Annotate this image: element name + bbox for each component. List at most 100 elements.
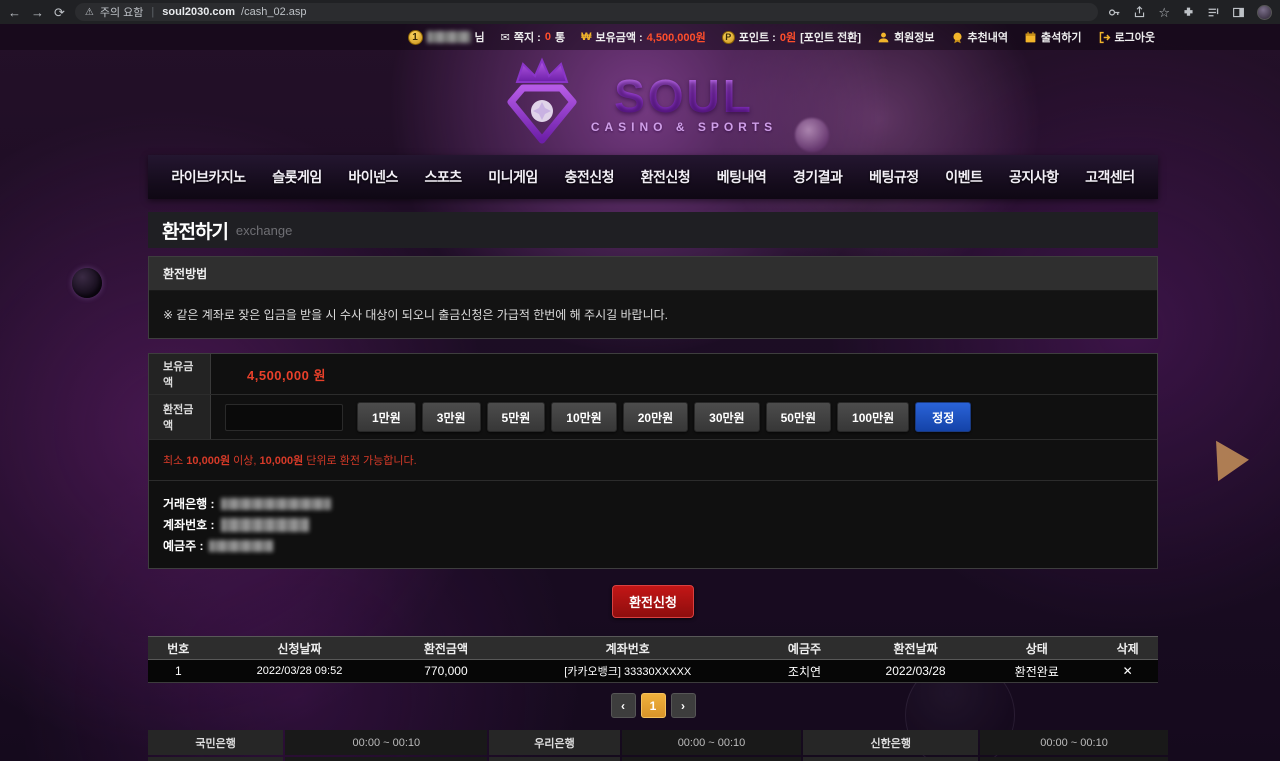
messages-unit: 통 bbox=[555, 29, 565, 45]
page-subtitle: exchange bbox=[236, 223, 292, 238]
mail-icon: ✉ bbox=[501, 31, 510, 44]
nav-slot-games[interactable]: 슬롯게임 bbox=[272, 167, 322, 187]
bank-time: 23:55 ~ 00:35 bbox=[285, 757, 487, 761]
bank-name: 농협 bbox=[148, 757, 283, 761]
messages-link[interactable]: ✉ 쪽지 : 0 통 bbox=[501, 29, 565, 45]
account-number-line: 계좌번호 : bbox=[163, 516, 1143, 533]
col-holder: 예금주 bbox=[754, 637, 855, 660]
decor-sphere bbox=[72, 268, 102, 298]
list-icon[interactable] bbox=[1207, 6, 1220, 19]
back-icon[interactable]: ← bbox=[8, 6, 21, 19]
bank-time: 00:00 ~ 00:10 bbox=[285, 730, 487, 755]
nav-notices[interactable]: 공지사항 bbox=[1009, 167, 1059, 187]
page-title-bar: 환전하기 exchange bbox=[148, 212, 1158, 248]
star-icon[interactable]: ☆ bbox=[1158, 6, 1170, 19]
name-suffix: 님 bbox=[475, 29, 485, 45]
member-info-link[interactable]: 회원정보 bbox=[877, 29, 934, 45]
bank-name: 국민은행 bbox=[148, 730, 283, 755]
history-header-row: 번호 신청날짜 환전금액 계좌번호 예금주 환전날짜 상태 삭제 bbox=[148, 637, 1158, 660]
account-holder-redacted bbox=[209, 540, 273, 552]
crown-diamond-icon bbox=[503, 56, 581, 149]
amount-chip-300k[interactable]: 30만원 bbox=[694, 402, 759, 432]
min-amount-notice: 최소 10,000원 이상, 10,000원 단위로 환전 가능합니다. bbox=[149, 440, 1157, 481]
bank-time: 00:00 ~ 00:10 bbox=[622, 757, 802, 761]
medal-icon bbox=[951, 31, 964, 44]
site-header: SOUL CASINO & SPORTS bbox=[0, 50, 1280, 155]
nav-mini-games[interactable]: 미니게임 bbox=[488, 167, 538, 187]
extensions-icon[interactable] bbox=[1182, 6, 1195, 19]
key-icon[interactable] bbox=[1108, 6, 1121, 19]
clear-button[interactable]: 정정 bbox=[915, 402, 971, 432]
amount-chip-200k[interactable]: 20만원 bbox=[623, 402, 688, 432]
nav-betting-history[interactable]: 베팅내역 bbox=[717, 167, 767, 187]
logout-link[interactable]: 로그아웃 bbox=[1098, 29, 1155, 45]
nav-betting-rules[interactable]: 베팅규정 bbox=[869, 167, 919, 187]
delete-icon[interactable]: ✕ bbox=[1123, 664, 1133, 678]
user-identity: 1 님 bbox=[408, 29, 485, 45]
amount-chip-500k[interactable]: 50만원 bbox=[766, 402, 831, 432]
points-display: P 포인트 : 0원 [포인트 전환] bbox=[722, 29, 861, 45]
calendar-icon bbox=[1024, 31, 1037, 44]
nav-customer-center[interactable]: 고객센터 bbox=[1085, 167, 1135, 187]
referral-link[interactable]: 추천내역 bbox=[951, 29, 1008, 45]
bank-time: 00:00 ~ 00:30 bbox=[980, 757, 1168, 761]
point-icon: P bbox=[722, 31, 735, 44]
page-1-button[interactable]: 1 bbox=[641, 693, 666, 718]
username-redacted bbox=[427, 31, 471, 43]
balance-amount: 4,500,000 원 bbox=[247, 365, 326, 384]
balance-display: ₩ 보유금액 : 4,500,000원 bbox=[581, 29, 706, 45]
method-header: 환전방법 bbox=[149, 257, 1157, 291]
history-row: 1 2022/03/28 09:52 770,000 [카카오뱅크] 33330… bbox=[148, 660, 1158, 683]
col-delete: 삭제 bbox=[1097, 637, 1158, 660]
next-page-icon[interactable]: › bbox=[671, 693, 696, 718]
main-nav: 라이브카지노 슬롯게임 바이넨스 스포츠 미니게임 충전신청 환전신청 베팅내역… bbox=[148, 155, 1158, 199]
cell-no: 1 bbox=[148, 660, 209, 683]
reload-icon[interactable]: ⟳ bbox=[54, 6, 65, 19]
user-info-bar: 1 님 ✉ 쪽지 : 0 통 ₩ 보유금액 : 4,500,000원 P 포인트… bbox=[0, 24, 1280, 50]
col-status: 상태 bbox=[976, 637, 1097, 660]
amount-chip-1m[interactable]: 100만원 bbox=[837, 402, 909, 432]
nav-sports[interactable]: 스포츠 bbox=[425, 167, 462, 187]
points-value: 0원 bbox=[780, 29, 796, 45]
bank-hours-table: 국민은행 00:00 ~ 00:10 우리은행 00:00 ~ 00:10 신한… bbox=[148, 730, 1158, 761]
messages-label: 쪽지 : bbox=[514, 29, 541, 45]
forward-icon[interactable]: → bbox=[31, 6, 44, 19]
balance-row: 보유금액 4,500,000 원 bbox=[149, 354, 1157, 395]
sidebar-icon[interactable] bbox=[1232, 6, 1245, 19]
withdraw-submit-button[interactable]: 환전신청 bbox=[612, 585, 694, 618]
amount-chip-10k[interactable]: 1만원 bbox=[357, 402, 416, 432]
col-account: 계좌번호 bbox=[501, 637, 754, 660]
account-bank-line: 거래은행 : bbox=[163, 495, 1143, 512]
attendance-link[interactable]: 출석하기 bbox=[1024, 29, 1081, 45]
amount-chip-100k[interactable]: 10만원 bbox=[551, 402, 616, 432]
amount-chip-50k[interactable]: 5만원 bbox=[487, 402, 546, 432]
amount-input[interactable] bbox=[225, 404, 343, 431]
nav-withdraw[interactable]: 환전신청 bbox=[641, 167, 691, 187]
nav-events[interactable]: 이벤트 bbox=[945, 167, 982, 187]
nav-game-results[interactable]: 경기결과 bbox=[793, 167, 843, 187]
amount-chip-30k[interactable]: 3만원 bbox=[422, 402, 481, 432]
cell-amount: 770,000 bbox=[390, 660, 501, 683]
site-logo[interactable]: SOUL CASINO & SPORTS bbox=[503, 56, 777, 149]
logo-title: SOUL bbox=[614, 73, 754, 119]
nav-deposit[interactable]: 충전신청 bbox=[564, 167, 614, 187]
point-convert-link[interactable]: [포인트 전환] bbox=[800, 29, 861, 45]
nav-binance[interactable]: 바이넨스 bbox=[348, 167, 398, 187]
profile-avatar[interactable] bbox=[1257, 5, 1272, 20]
balance-value: 4,500,000원 bbox=[647, 29, 706, 45]
bank-time: 00:00 ~ 00:10 bbox=[622, 730, 802, 755]
logout-icon bbox=[1098, 31, 1111, 44]
security-label[interactable]: 주의 요함 bbox=[100, 4, 144, 20]
account-number-redacted bbox=[221, 518, 309, 532]
url-divider: | bbox=[151, 6, 154, 18]
col-exchange-date: 환전날짜 bbox=[855, 637, 976, 660]
bank-name-redacted bbox=[221, 498, 331, 510]
address-bar[interactable]: ⚠ 주의 요함 | soul2030.com/cash_02.asp bbox=[75, 3, 1098, 21]
nav-live-casino[interactable]: 라이브카지노 bbox=[171, 167, 245, 187]
won-icon: ₩ bbox=[581, 31, 591, 43]
bank-name: 기업은행 bbox=[803, 757, 978, 761]
prev-page-icon[interactable]: ‹ bbox=[611, 693, 636, 718]
points-label: 포인트 : bbox=[739, 29, 776, 45]
logo-subtitle: CASINO & SPORTS bbox=[591, 121, 777, 133]
share-icon[interactable] bbox=[1133, 6, 1146, 19]
